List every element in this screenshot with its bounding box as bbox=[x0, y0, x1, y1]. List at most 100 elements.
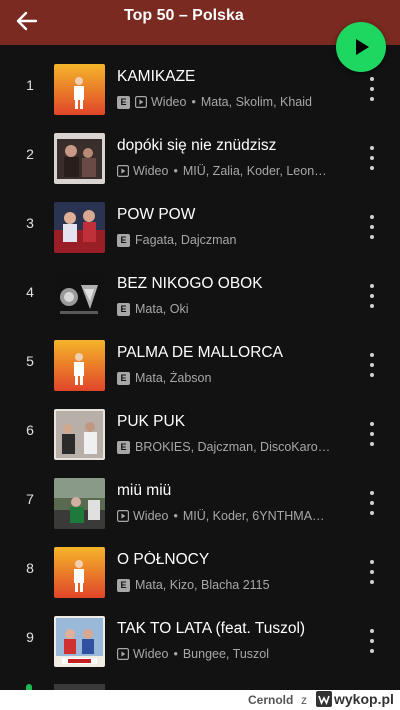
track-title: POW POW bbox=[117, 206, 196, 223]
album-cover bbox=[54, 340, 105, 391]
more-options-button[interactable] bbox=[360, 213, 384, 241]
album-cover bbox=[54, 202, 105, 253]
track-title: BEZ NIKOGO OBOK bbox=[117, 275, 263, 292]
video-icon bbox=[117, 165, 129, 177]
wykop-logo: wykop.pl bbox=[316, 691, 394, 707]
more-options-button[interactable] bbox=[360, 351, 384, 379]
video-label: Wideo bbox=[151, 95, 187, 109]
track-row[interactable]: 9 TAK TO LATA (feat. Tuszol) Wideo • Bungee,… bbox=[0, 607, 400, 676]
track-meta: E Mata, Żabson bbox=[117, 370, 342, 386]
more-dot bbox=[370, 87, 374, 91]
track-row[interactable]: 7 miü miü Wideo • MIÜ, Koder, 6YNTHMA… bbox=[0, 469, 400, 538]
more-dot bbox=[370, 304, 374, 308]
track-artists: Mata, Żabson bbox=[135, 371, 212, 385]
track-title: dopóki się nie znüdzisz bbox=[117, 137, 277, 154]
track-artists: MIÜ, Zalia, Koder, Leon… bbox=[182, 164, 327, 178]
track-row[interactable]: 6 PUK PUK E BROKIES, Dajczman, DiscoKaro… bbox=[0, 400, 400, 469]
more-options-button[interactable] bbox=[360, 558, 384, 586]
more-options-button[interactable] bbox=[360, 489, 384, 517]
explicit-icon: E bbox=[117, 95, 130, 109]
explicit-icon: E bbox=[117, 233, 130, 247]
wykop-logo-icon bbox=[316, 691, 332, 707]
more-dot bbox=[370, 580, 374, 584]
video-icon bbox=[117, 648, 129, 660]
track-rank: 8 bbox=[26, 560, 34, 576]
track-title: KAMIKAZE bbox=[117, 68, 196, 85]
separator-dot: • bbox=[173, 164, 178, 178]
separator-dot: • bbox=[173, 509, 178, 523]
separator-dot: • bbox=[173, 647, 178, 661]
more-dot bbox=[370, 511, 374, 515]
arrow-left-icon bbox=[16, 11, 38, 31]
track-row[interactable]: 2 dopóki się nie znüdzisz Wideo • MIÜ, Zalia… bbox=[0, 124, 400, 193]
track-title: TAK TO LATA (feat. Tuszol) bbox=[117, 620, 306, 637]
track-rank: 1 bbox=[26, 77, 34, 93]
album-cover bbox=[54, 478, 105, 529]
more-dot bbox=[370, 166, 374, 170]
more-options-button[interactable] bbox=[360, 420, 384, 448]
track-artists: Bungee, Tuszol bbox=[182, 647, 269, 661]
more-dot bbox=[370, 146, 374, 150]
album-cover bbox=[54, 547, 105, 598]
more-dot bbox=[370, 432, 374, 436]
watermark-z: z bbox=[301, 693, 307, 707]
track-rank: 4 bbox=[26, 284, 34, 300]
more-dot bbox=[370, 156, 374, 160]
track-row[interactable]: 8 O PÓŁNOCY E Mata, Kizo, Blacha 2115 bbox=[0, 538, 400, 607]
track-list: 1 KAMIKAZE E Wideo • Mata, Skolim, Khaid 2 dopó… bbox=[0, 55, 400, 676]
track-rank: 6 bbox=[26, 422, 34, 438]
track-row[interactable]: 1 KAMIKAZE E Wideo • Mata, Skolim, Khaid bbox=[0, 55, 400, 124]
explicit-icon: E bbox=[117, 371, 130, 385]
more-dot bbox=[370, 77, 374, 81]
more-dot bbox=[370, 501, 374, 505]
track-row[interactable]: 4 BEZ NIKOGO OBOK E Mata, Oki bbox=[0, 262, 400, 331]
more-options-button[interactable] bbox=[360, 627, 384, 655]
track-meta: E BROKIES, Dajczman, DiscoKaro… bbox=[117, 439, 342, 455]
explicit-icon: E bbox=[117, 578, 130, 592]
play-icon bbox=[356, 39, 369, 55]
track-meta: E Fagata, Dajczman bbox=[117, 232, 342, 248]
video-label: Wideo bbox=[133, 647, 169, 661]
track-meta: E Wideo • Mata, Skolim, Khaid bbox=[117, 94, 342, 110]
more-dot bbox=[370, 97, 374, 101]
track-artists: Mata, Kizo, Blacha 2115 bbox=[135, 578, 270, 592]
more-options-button[interactable] bbox=[360, 144, 384, 172]
album-cover bbox=[54, 271, 105, 322]
more-dot bbox=[370, 284, 374, 288]
track-title: PUK PUK bbox=[117, 413, 186, 430]
track-rank: 7 bbox=[26, 491, 34, 507]
track-meta: E Mata, Oki bbox=[117, 301, 342, 317]
track-artists: MIÜ, Koder, 6YNTHMA… bbox=[182, 509, 325, 523]
more-options-button[interactable] bbox=[360, 282, 384, 310]
track-row[interactable]: 5 PALMA DE MALLORCA E Mata, Żabson bbox=[0, 331, 400, 400]
track-title: O PÓŁNOCY bbox=[117, 551, 210, 568]
track-artists: Mata, Oki bbox=[135, 302, 189, 316]
more-dot bbox=[370, 363, 374, 367]
more-dot bbox=[370, 422, 374, 426]
more-options-button[interactable] bbox=[360, 75, 384, 103]
more-dot bbox=[370, 570, 374, 574]
explicit-icon: E bbox=[117, 302, 130, 316]
back-button[interactable] bbox=[10, 4, 44, 38]
track-meta: Wideo • MIÜ, Zalia, Koder, Leon… bbox=[117, 163, 342, 179]
more-dot bbox=[370, 373, 374, 377]
more-dot bbox=[370, 639, 374, 643]
track-rank: 2 bbox=[26, 146, 34, 162]
track-title: PALMA DE MALLORCA bbox=[117, 344, 283, 361]
track-row[interactable]: 3 POW POW E Fagata, Dajczman bbox=[0, 193, 400, 262]
track-artists: BROKIES, Dajczman, DiscoKaro… bbox=[135, 440, 331, 454]
watermark-bar: Cernold z wykop.pl bbox=[0, 690, 400, 710]
album-cover bbox=[54, 616, 105, 667]
more-dot bbox=[370, 235, 374, 239]
separator-dot: • bbox=[191, 95, 196, 109]
track-meta: E Mata, Kizo, Blacha 2115 bbox=[117, 577, 342, 593]
more-dot bbox=[370, 560, 374, 564]
video-label: Wideo bbox=[133, 509, 169, 523]
track-title: miü miü bbox=[117, 482, 172, 499]
video-label: Wideo bbox=[133, 164, 169, 178]
more-dot bbox=[370, 629, 374, 633]
more-dot bbox=[370, 294, 374, 298]
album-cover bbox=[54, 409, 105, 460]
more-dot bbox=[370, 649, 374, 653]
track-meta: Wideo • MIÜ, Koder, 6YNTHMA… bbox=[117, 508, 342, 524]
